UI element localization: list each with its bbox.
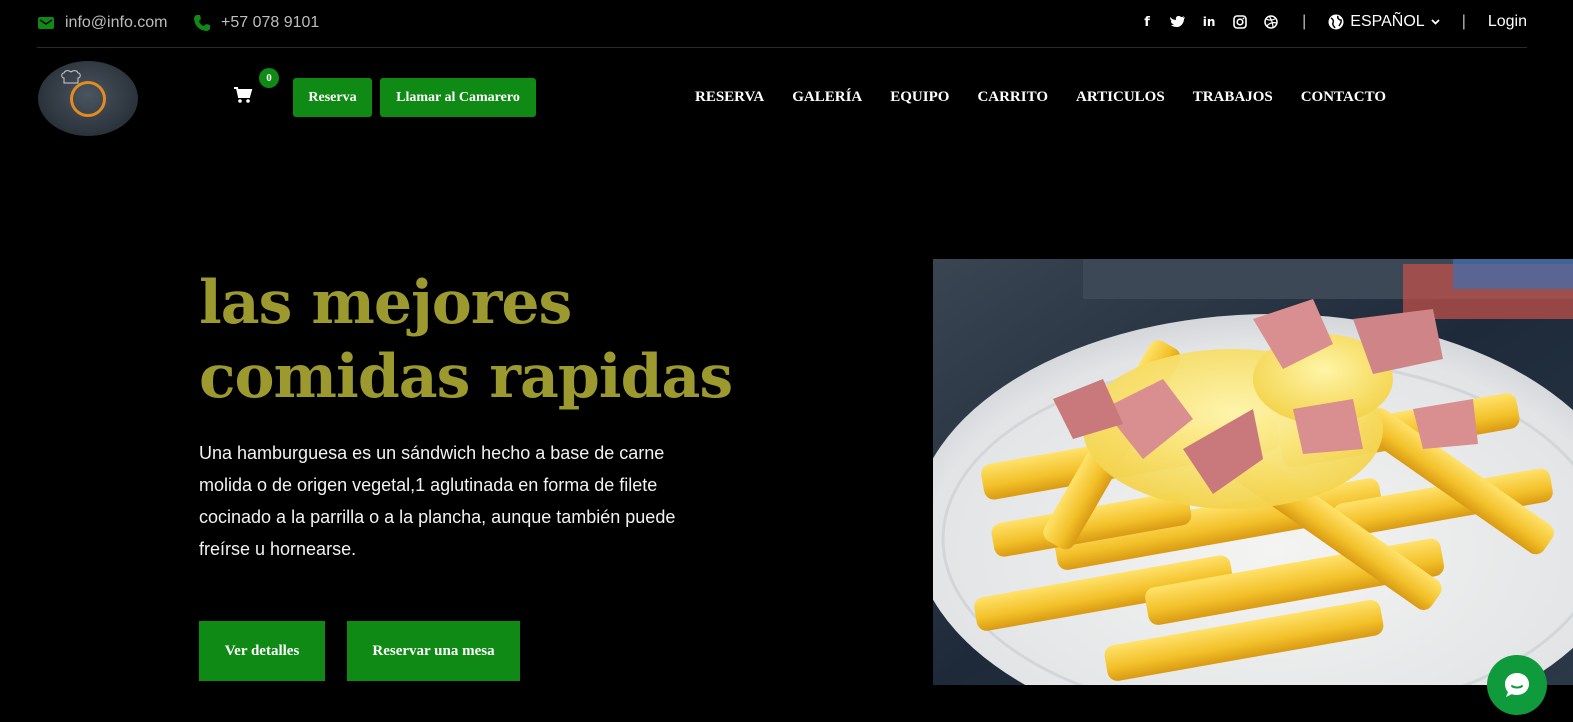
social-links: f in | ESPAÑOL | Login [1125,13,1527,31]
menu-item-articulos[interactable]: ARTICULOS [1076,89,1165,106]
email-text: info@info.com [65,14,168,31]
hero-food-image [933,259,1573,685]
hero-title: las mejores comidas rapidas [199,266,759,414]
hero-title-line2: comidas rapidas [199,342,733,412]
chat-bubble-icon [1505,673,1529,697]
menu-item-reserva[interactable]: RESERVA [695,89,764,106]
top-bar: info@info.com +57 078 9101 f in | ESPAÑO… [37,0,1527,48]
phone-contact[interactable]: +57 078 9101 [193,14,319,32]
menu-item-carrito[interactable]: CARRITO [977,89,1048,106]
phone-icon [194,15,210,31]
separator: | [1302,13,1307,30]
dribbble-icon[interactable] [1262,13,1280,31]
menu-item-contacto[interactable]: CONTACTO [1301,89,1386,106]
envelope-icon [38,17,54,29]
hero-title-line1: las mejores [199,268,572,338]
separator: | [1461,13,1466,30]
chevron-down-icon [1431,19,1440,25]
cart-count-badge: 0 [259,68,279,88]
cart-icon[interactable] [233,86,253,104]
menu-item-trabajos[interactable]: TRABAJOS [1193,89,1273,106]
language-label: ESPAÑOL [1350,13,1425,30]
site-logo[interactable] [38,61,138,136]
chat-button[interactable] [1487,655,1547,715]
twitter-icon[interactable] [1169,13,1187,31]
details-button[interactable]: Ver detalles [199,621,325,681]
language-selector[interactable]: ESPAÑOL [1328,13,1440,31]
instagram-icon[interactable] [1231,13,1249,31]
facebook-icon[interactable]: f [1138,13,1156,31]
main-menu: RESERVA GALERÍA EQUIPO CARRITO ARTICULOS… [695,89,1386,106]
login-link[interactable]: Login [1488,13,1527,31]
call-waiter-button[interactable]: Llamar al Camarero [380,78,536,117]
chef-hat-icon [61,70,81,84]
email-contact[interactable]: info@info.com [37,14,168,32]
reserve-button[interactable]: Reserva [293,78,372,117]
globe-icon [1328,14,1344,30]
reserve-table-button[interactable]: Reservar una mesa [347,621,520,681]
menu-item-equipo[interactable]: EQUIPO [890,89,949,106]
phone-text: +57 078 9101 [221,14,320,31]
linkedin-icon[interactable]: in [1200,13,1218,31]
hero-description: Una hamburguesa es un sándwich hecho a b… [199,443,676,559]
logo-ring [70,80,106,117]
menu-item-galeria[interactable]: GALERÍA [792,89,862,106]
